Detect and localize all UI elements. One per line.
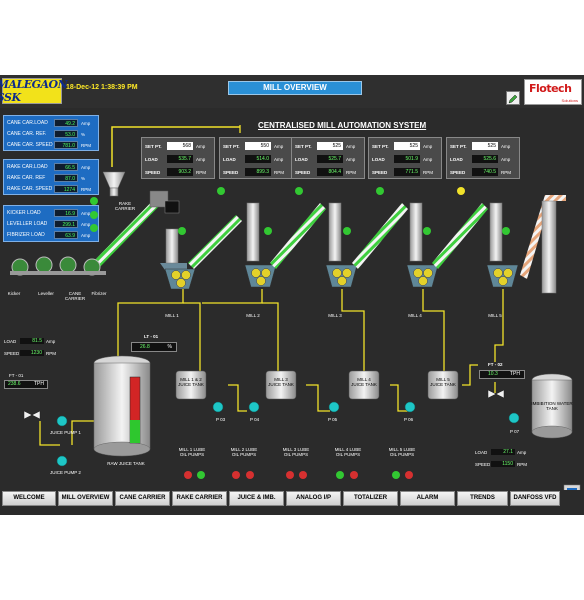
nav-mill-overview[interactable]: MILL OVERVIEW xyxy=(58,491,113,506)
mill-1-panel: SET PT. 568 Amp LOAD 535.7 Amp SPEED 903.2 RPM xyxy=(141,137,215,179)
cane-carrier-label: CANE CARRIER xyxy=(64,291,86,301)
pump-p04-label: P 04 xyxy=(250,417,260,422)
bottom-nav: WELCOME MILL OVERVIEW CANE CARRIER RAKE … xyxy=(0,490,584,508)
nav-alarm[interactable]: ALARM xyxy=(400,491,455,506)
weigh-indicator xyxy=(164,200,180,214)
ft01-flow-meter: FT - 01 238.6 TPH xyxy=(3,373,51,393)
pump-p06-label: P 06 xyxy=(404,417,414,422)
mill-4-panel: SET PT. 525 Amp LOAD 501.9 Amp SPEED 771.5 RPM xyxy=(368,137,442,179)
juice-pump-2-label: JUICE PUMP 2 xyxy=(50,470,81,475)
mill-5-label: MILL 5 xyxy=(488,313,502,318)
juice-pump-panel: LOAD 81.5 Amp SPEED 1230 RPM xyxy=(3,336,65,364)
mill-4-label: MILL 4 xyxy=(408,313,422,318)
nav-totalizer[interactable]: TOTALIZER xyxy=(343,491,398,506)
mill-1-lube-label: MILL 1 LUBE OIL PUMPS xyxy=(178,447,206,457)
mill-2-lube-label: MILL 2 LUBE OIL PUMPS xyxy=(230,447,258,457)
nav-analog-ip[interactable]: ANALOG I/P xyxy=(286,491,341,506)
fibrizer-label: Fibrizer xyxy=(91,291,107,296)
kicker-rollers xyxy=(10,256,106,276)
mill-4 xyxy=(406,202,488,288)
lube-oil-lamps xyxy=(184,471,413,479)
ft02-flow-meter: FT - 02 10.3 TPH xyxy=(478,362,526,382)
tank-12-label: MILL 1 & 2 JUICE TANK xyxy=(178,377,204,387)
nav-welcome[interactable]: WELCOME xyxy=(2,491,56,506)
nav-rake-carrier[interactable]: RAKE CARRIER xyxy=(172,491,227,506)
tank-3-label: MILL 3 JUICE TANK xyxy=(268,377,294,387)
feed-pipe xyxy=(111,126,240,137)
mill-2-label: MILL 2 xyxy=(246,313,260,318)
mill-5-lube-label: MILL 5 LUBE OIL PUMPS xyxy=(388,447,416,457)
raw-juice-tank xyxy=(93,355,151,457)
raw-juice-tank-label: RAW JUICE TANK xyxy=(107,461,145,466)
tank-4-label: MILL 4 JUICE TANK xyxy=(351,377,377,387)
pump-p07-label: P 07 xyxy=(510,429,520,434)
mill-4-lube-label: MILL 4 LUBE OIL PUMPS xyxy=(334,447,362,457)
p07-panel: LOAD 27.1 Amp SPEED 1150 RPM xyxy=(474,447,536,475)
rake-carrier-label: RAKE CARRIER xyxy=(114,201,136,211)
nav-juice-imb[interactable]: JUICE & IMB. xyxy=(229,491,284,506)
mill-3-label: MILL 3 xyxy=(328,313,342,318)
rake-carrier-hopper xyxy=(102,171,126,189)
mill-1-label: MILL 1 xyxy=(165,313,179,318)
nav-trends[interactable]: TRENDS xyxy=(457,491,508,506)
mill-3 xyxy=(325,202,408,288)
raw-tank-level-bar xyxy=(130,420,140,443)
pump-p03-label: P 03 xyxy=(216,417,226,422)
mill-2-panel: SET PT. 550 Amp LOAD 514.0 Amp SPEED 899.3 RPM xyxy=(219,137,293,179)
imbibition-tank-label: IMBIBITION WATER TANK xyxy=(531,401,573,411)
pump-p05-label: P 05 xyxy=(328,417,338,422)
mill-1 xyxy=(160,215,242,290)
mill-5-panel: SET PT. 525 Amp LOAD 525.6 Amp SPEED 740.5 RPM xyxy=(446,137,520,179)
mill-3-lube-label: MILL 3 LUBE OIL PUMPS xyxy=(282,447,310,457)
mill-3-panel: SET PT. 525 Amp LOAD 525.7 Amp SPEED 804.4 RPM xyxy=(291,137,365,179)
kicker-label: Kicker xyxy=(7,291,21,296)
juice-pump-1-label: JUICE PUMP 1 xyxy=(50,430,81,435)
bagasse-chute xyxy=(541,200,557,294)
mill-5 xyxy=(486,202,519,288)
nav-danfoss-vfd[interactable]: DANFOSS VFD xyxy=(510,491,560,506)
nav-cane-carrier[interactable]: CANE CARRIER xyxy=(115,491,170,506)
lt01-level: LT - 01 26.8% xyxy=(130,334,180,356)
mill-2 xyxy=(244,202,326,288)
tank-5-label: MILL 5 JUICE TANK xyxy=(430,377,456,387)
hopper-neck xyxy=(109,187,119,197)
scada-screen: MALEGAON SSK 18-Dec-12 1:38:39 PM MILL O… xyxy=(0,75,584,515)
leveller-label: Leveller xyxy=(38,291,54,296)
